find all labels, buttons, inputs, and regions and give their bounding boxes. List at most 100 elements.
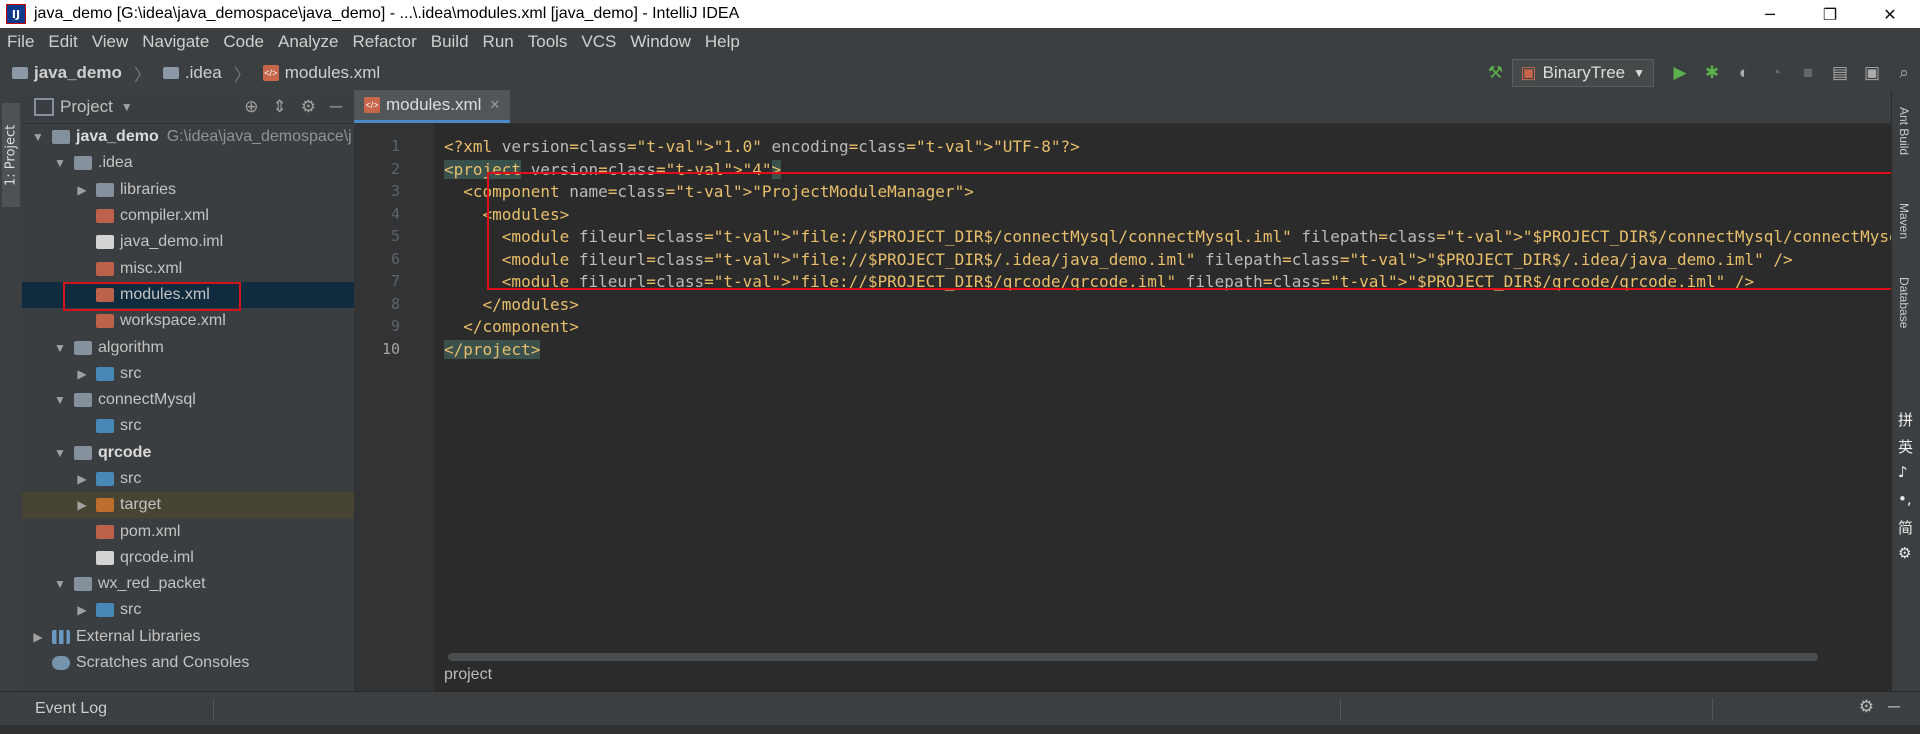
tree-item[interactable]: ▶ src: [22, 361, 354, 387]
iml-icon: [96, 550, 114, 565]
modules-highlight-box: [487, 172, 1893, 290]
ime-english-icon[interactable]: 英: [1898, 436, 1913, 457]
gear-icon[interactable]: ⚙: [1859, 697, 1874, 717]
chevron-down-icon[interactable]: ▼: [52, 577, 68, 591]
chevron-right-icon[interactable]: ▶: [74, 603, 90, 617]
chevron-down-icon[interactable]: ▼: [52, 446, 68, 460]
project-structure-icon[interactable]: ▤: [1824, 58, 1856, 88]
locate-icon[interactable]: ⊕: [244, 97, 258, 117]
tree-item[interactable]: compiler.xml: [22, 203, 354, 229]
coverage-icon[interactable]: ◐: [1728, 58, 1760, 88]
chevron-right-icon[interactable]: ▶: [74, 498, 90, 512]
menu-navigate[interactable]: Navigate: [135, 32, 216, 52]
run-icon[interactable]: ▶: [1664, 58, 1696, 88]
chevron-down-icon[interactable]: ▼: [52, 156, 68, 170]
tree-item[interactable]: ▶ src: [22, 466, 354, 492]
tree-item-label: algorithm: [98, 338, 164, 356]
layout-icon[interactable]: ▣: [1856, 58, 1888, 88]
status-divider: [1340, 698, 1341, 720]
close-icon[interactable]: ✕: [489, 97, 500, 113]
tree-item[interactable]: ▼ qrcode: [22, 440, 354, 466]
debug-icon[interactable]: ✱: [1696, 58, 1728, 88]
ime-sound-icon[interactable]: ♪: [1898, 463, 1908, 481]
menu-file[interactable]: File: [0, 32, 41, 52]
src-icon: [96, 366, 114, 381]
database-tab[interactable]: Database: [1897, 277, 1911, 328]
breadcrumb-folder[interactable]: .idea 〉: [162, 61, 251, 86]
window-title: java_demo [G:\idea\java_demospace\java_d…: [34, 5, 740, 22]
minimize-window-button[interactable]: ─: [1740, 0, 1800, 28]
gear-icon[interactable]: ⚙: [301, 97, 316, 117]
code-line[interactable]: </component>: [444, 317, 579, 336]
tree-item[interactable]: workspace.xml: [22, 308, 354, 334]
tree-item[interactable]: misc.xml: [22, 255, 354, 281]
chevron-down-icon[interactable]: ▼: [52, 393, 68, 407]
menu-tools[interactable]: Tools: [521, 32, 575, 52]
tree-item[interactable]: ▼ wx_red_packet: [22, 571, 354, 597]
tree-item-label: Scratches and Consoles: [76, 654, 250, 672]
editor-footer-breadcrumb[interactable]: project: [444, 666, 492, 684]
build-hammer-icon[interactable]: ⚒: [1480, 58, 1512, 88]
hide-icon[interactable]: ─: [330, 97, 342, 117]
code-line[interactable]: </modules>: [444, 295, 579, 314]
maven-tab[interactable]: Maven: [1897, 203, 1911, 239]
search-icon[interactable]: ⌕: [1888, 58, 1920, 88]
close-window-button[interactable]: ✕: [1860, 0, 1920, 28]
tree-item[interactable]: Scratches and Consoles: [22, 650, 354, 676]
event-log-button[interactable]: Event Log: [35, 700, 107, 718]
minimize-icon[interactable]: ─: [1888, 697, 1900, 717]
code-line[interactable]: <?xml version=class="t-val">"1.0" encodi…: [444, 137, 1080, 156]
ime-settings-icon[interactable]: ⚙: [1898, 544, 1911, 562]
tree-item[interactable]: src: [22, 413, 354, 439]
tree-item[interactable]: ▶ libraries: [22, 177, 354, 203]
horizontal-scrollbar[interactable]: [448, 653, 1818, 661]
menu-edit[interactable]: Edit: [41, 32, 84, 52]
tree-item[interactable]: ▼ algorithm: [22, 334, 354, 360]
chevron-right-icon[interactable]: ▶: [74, 183, 90, 197]
menu-help[interactable]: Help: [698, 32, 747, 52]
chevron-down-icon[interactable]: ▼: [30, 130, 46, 144]
tree-item[interactable]: qrcode.iml: [22, 545, 354, 571]
run-config-label: BinaryTree: [1542, 63, 1626, 82]
chevron-right-icon[interactable]: ▶: [30, 630, 46, 644]
ime-punctuation-icon[interactable]: •,: [1898, 490, 1912, 508]
project-panel-title[interactable]: Project: [60, 97, 113, 117]
menu-run[interactable]: Run: [476, 32, 521, 52]
breadcrumb-file[interactable]: </> modules.xml: [262, 63, 380, 83]
folder-icon: [74, 577, 92, 592]
ime-pinyin-icon[interactable]: 拼: [1898, 409, 1913, 430]
tree-item[interactable]: pom.xml: [22, 518, 354, 544]
collapse-all-icon[interactable]: ⇕: [272, 97, 286, 117]
stop-icon[interactable]: ■: [1792, 58, 1824, 88]
menu-analyze[interactable]: Analyze: [271, 32, 345, 52]
chevron-down-icon[interactable]: ▼: [52, 341, 68, 355]
editor-tab-modules-xml[interactable]: </> modules.xml ✕: [354, 90, 511, 123]
menu-build[interactable]: Build: [424, 32, 476, 52]
ime-simplified-icon[interactable]: 简: [1898, 517, 1913, 538]
restore-window-button[interactable]: ❐: [1800, 0, 1860, 28]
chevron-right-icon[interactable]: ▶: [74, 472, 90, 486]
tree-item[interactable]: ▶ External Libraries: [22, 624, 354, 650]
line-number: 3: [390, 182, 400, 200]
tree-item[interactable]: ▼ connectMysql: [22, 387, 354, 413]
menu-vcs[interactable]: VCS: [574, 32, 623, 52]
tree-item[interactable]: ▼ .idea: [22, 150, 354, 176]
window-titlebar: IJ java_demo [G:\idea\java_demospace\jav…: [0, 0, 1920, 28]
menu-refactor[interactable]: Refactor: [345, 32, 423, 52]
chevron-right-icon[interactable]: ▶: [74, 367, 90, 381]
project-tool-tab[interactable]: 1: Project: [2, 103, 20, 207]
menu-view[interactable]: View: [85, 32, 136, 52]
chevron-down-icon[interactable]: ▼: [121, 100, 133, 114]
tree-item[interactable]: ▼ java_demo G:\idea\java_demospace\j: [22, 124, 354, 150]
code-line[interactable]: </project>: [444, 339, 541, 359]
profile-icon[interactable]: ◔: [1760, 58, 1792, 88]
tree-item[interactable]: java_demo.iml: [22, 229, 354, 255]
breadcrumb-project[interactable]: java_demo 〉: [12, 61, 151, 86]
ant-build-tab[interactable]: Ant Build: [1897, 107, 1911, 155]
run-configuration-select[interactable]: ▣ BinaryTree ▼: [1511, 59, 1654, 87]
folder-icon: [74, 393, 92, 408]
menu-window[interactable]: Window: [623, 32, 697, 52]
menu-code[interactable]: Code: [216, 32, 271, 52]
tree-item[interactable]: ▶ target: [22, 492, 354, 519]
tree-item[interactable]: ▶ src: [22, 597, 354, 623]
